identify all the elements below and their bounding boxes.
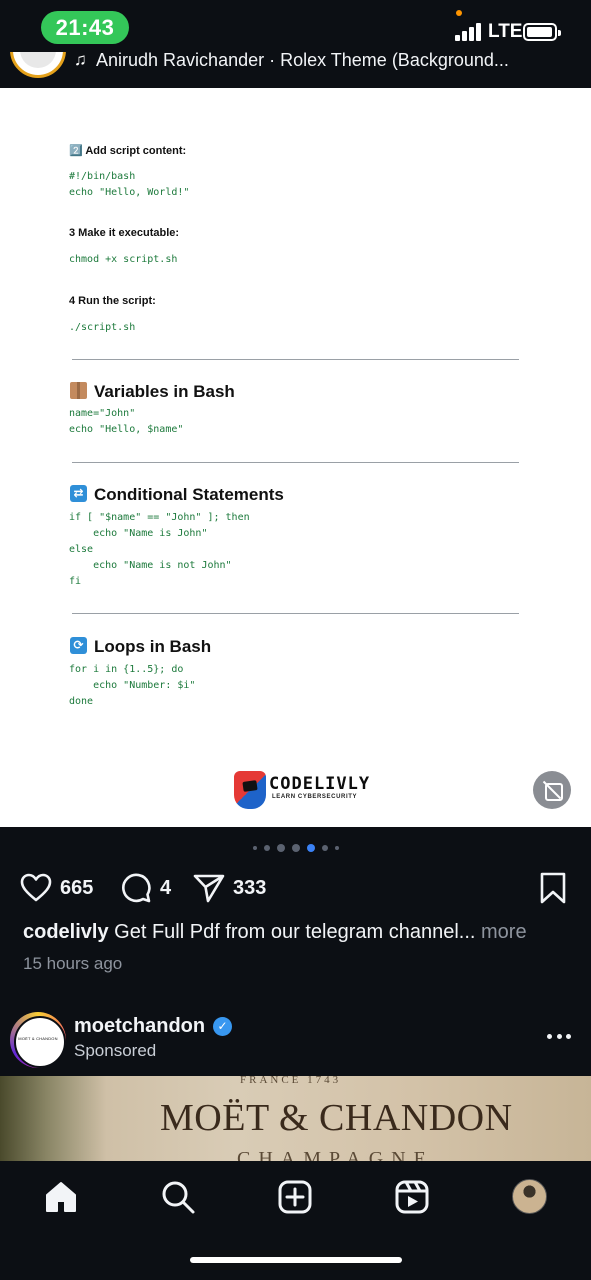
search-icon[interactable] [160, 1179, 196, 1215]
logo-subtitle: LEARN CYBERSECURITY [272, 794, 358, 800]
mute-button[interactable] [533, 771, 571, 809]
create-post-icon[interactable] [277, 1179, 313, 1215]
logo-text: CODELIVLY [269, 774, 371, 794]
post-timestamp: 15 hours ago [23, 954, 123, 973]
post-caption[interactable]: codelivly Get Full Pdf from our telegram… [23, 921, 573, 944]
carousel-dot [334, 846, 339, 850]
carousel-indicator [0, 842, 591, 854]
divider [72, 462, 519, 463]
package-icon [70, 382, 87, 399]
status-time: 21:43 [41, 11, 129, 44]
like-count[interactable]: 665 [60, 877, 93, 900]
home-icon[interactable] [43, 1179, 79, 1215]
like-action[interactable]: 665 [20, 866, 93, 910]
bottom-navigation [0, 1161, 591, 1280]
carousel-dot [252, 846, 257, 850]
share-icon[interactable] [193, 872, 225, 904]
comment-action[interactable]: 4 [120, 866, 171, 910]
carousel-dot-active [306, 844, 315, 852]
divider [72, 613, 519, 614]
share-action[interactable]: 333 [193, 866, 266, 910]
comment-icon[interactable] [120, 872, 152, 904]
carousel-dot [276, 844, 285, 852]
code-block: chmod +x script.sh [69, 254, 178, 265]
signal-icon [455, 23, 483, 41]
repeat-icon: ⇄ [70, 485, 87, 502]
carousel-dot [291, 844, 300, 852]
home-indicator [190, 1257, 402, 1263]
more-options-icon[interactable] [547, 1030, 571, 1042]
code-block: #!/bin/bash echo "Hello, World!" [69, 171, 190, 198]
loop-icon: ⟳ [70, 637, 87, 654]
codelivly-logo-icon [234, 771, 266, 809]
code-block: ./script.sh [69, 322, 136, 333]
caption-username[interactable]: codelivly [23, 921, 109, 943]
carousel-dot [263, 845, 270, 851]
post-actions: 665 4 333 [0, 866, 591, 910]
section-title: Variables in Bash [94, 382, 235, 401]
sponsored-image-brand: MOËT & CHANDON [160, 1097, 513, 1139]
bookmark-icon[interactable] [539, 872, 567, 904]
comment-count[interactable]: 4 [160, 877, 171, 900]
sponsored-avatar-text: MOËT & CHANDON [18, 1036, 58, 1041]
profile-avatar[interactable] [512, 1179, 547, 1214]
post-image[interactable]: 2️⃣ Add script content: #!/bin/bash echo… [0, 88, 591, 827]
music-note-icon: ♫ [74, 50, 87, 69]
verified-badge-icon: ✓ [213, 1017, 232, 1036]
mic-indicator-dot [456, 10, 462, 16]
share-count[interactable]: 333 [233, 877, 266, 900]
sponsored-image[interactable]: FRANCE 1743 MOËT & CHANDON CHAMPAGNE [0, 1076, 591, 1166]
heart-icon[interactable] [20, 872, 52, 904]
network-label: LTE [488, 21, 523, 42]
carousel-dot [321, 845, 328, 851]
sponsored-username[interactable]: moetchandon [74, 1015, 205, 1038]
step-heading: 2️⃣ Add script content: [69, 145, 187, 157]
code-block: for i in {1..5}; do echo "Number: $i" do… [69, 664, 196, 707]
post-music-label[interactable]: Anirudh Ravichander · Rolex Theme (Backg… [96, 50, 509, 71]
code-block: name="John" echo "Hello, $name" [69, 408, 184, 435]
caption-text: Get Full Pdf from our telegram channel..… [108, 921, 476, 943]
battery-icon [523, 23, 561, 41]
status-bar: 21:43 LTE [0, 0, 591, 52]
caption-more-link[interactable]: more [475, 921, 527, 943]
code-block: if [ "$name" == "John" ]; then echo "Nam… [69, 512, 250, 587]
divider [72, 359, 519, 360]
sponsored-label: Sponsored [74, 1041, 157, 1060]
step-heading: 4 Run the script: [69, 295, 156, 307]
reels-icon[interactable] [394, 1179, 430, 1215]
section-title: Loops in Bash [94, 637, 212, 656]
sponsored-image-top-text: FRANCE 1743 [240, 1076, 342, 1086]
section-title: Conditional Statements [94, 485, 284, 504]
step-heading: 3 Make it executable: [69, 227, 180, 239]
